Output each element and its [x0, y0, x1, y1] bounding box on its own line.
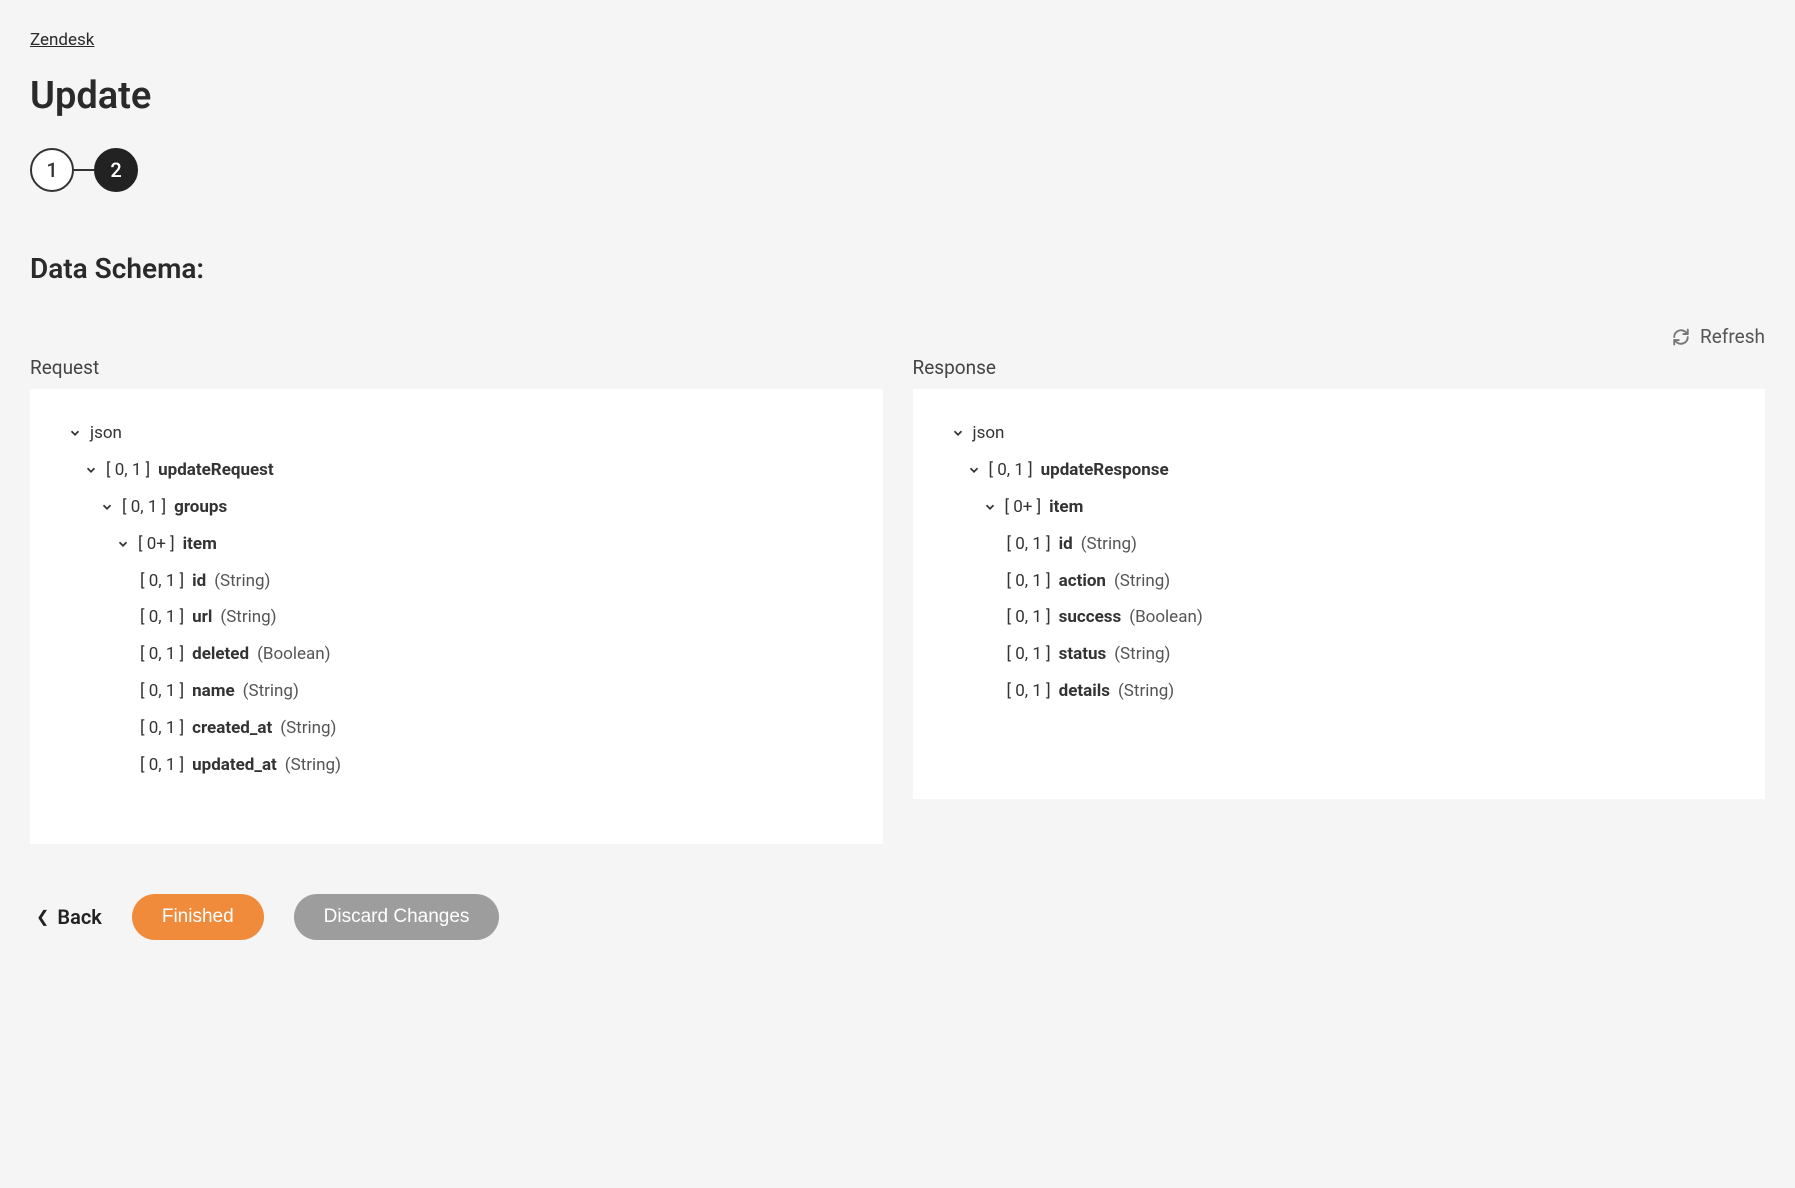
tree-node-status[interactable]: [ 0, 1 ] status (String) — [939, 636, 1740, 673]
node-name: groups — [174, 493, 227, 522]
node-name: item — [183, 530, 217, 559]
node-label: json — [90, 419, 122, 448]
tree-node-root[interactable]: json — [56, 415, 857, 452]
refresh-icon — [1672, 328, 1690, 346]
back-label: Back — [57, 905, 101, 929]
refresh-label: Refresh — [1700, 325, 1765, 348]
footer: ❮ Back Finished Discard Changes — [30, 894, 1765, 940]
node-card: [ 0, 1 ] — [140, 677, 184, 706]
response-header: Response — [913, 356, 1766, 379]
refresh-button[interactable]: Refresh — [30, 325, 1765, 348]
finished-button[interactable]: Finished — [132, 894, 264, 940]
tree-node-item[interactable]: [ 0+ ] item — [939, 489, 1740, 526]
chevron-down-icon — [100, 500, 114, 514]
node-type: (String) — [243, 677, 299, 706]
response-panel: Response json [ 0, 1 ] updateResponse [ … — [913, 356, 1766, 844]
node-card: [ 0, 1 ] — [140, 567, 184, 596]
response-body: json [ 0, 1 ] updateResponse [ 0+ ] item… — [913, 389, 1766, 799]
node-name: name — [192, 677, 235, 706]
node-card: [ 0, 1 ] — [1007, 530, 1051, 559]
node-type: (String) — [220, 603, 276, 632]
node-name: updated_at — [192, 751, 277, 780]
node-card: [ 0, 1 ] — [1007, 640, 1051, 669]
tree-node-created_at[interactable]: [ 0, 1 ] created_at (String) — [56, 710, 857, 747]
tree-node-url[interactable]: [ 0, 1 ] url (String) — [56, 599, 857, 636]
node-type: (String) — [280, 714, 336, 743]
step-indicator: 1 2 — [30, 148, 1765, 192]
chevron-down-icon — [84, 463, 98, 477]
node-card: [ 0, 1 ] — [1007, 677, 1051, 706]
tree-node-item[interactable]: [ 0+ ] item — [56, 526, 857, 563]
node-type: (String) — [1114, 567, 1170, 596]
tree-node-deleted[interactable]: [ 0, 1 ] deleted (Boolean) — [56, 636, 857, 673]
request-header: Request — [30, 356, 883, 379]
node-card: [ 0, 1 ] — [106, 456, 150, 485]
chevron-down-icon — [983, 500, 997, 514]
chevron-left-icon: ❮ — [36, 907, 49, 926]
node-name: id — [192, 567, 206, 596]
tree-node-updateRequest[interactable]: [ 0, 1 ] updateRequest — [56, 452, 857, 489]
request-body: json [ 0, 1 ] updateRequest [ 0, 1 ] gro… — [30, 389, 883, 844]
tree-node-name[interactable]: [ 0, 1 ] name (String) — [56, 673, 857, 710]
node-name: updateResponse — [1041, 456, 1169, 485]
tree-node-details[interactable]: [ 0, 1 ] details (String) — [939, 673, 1740, 710]
step-connector — [74, 169, 94, 171]
node-name: updateRequest — [158, 456, 274, 485]
node-label: json — [973, 419, 1005, 448]
node-type: (String) — [285, 751, 341, 780]
node-card: [ 0, 1 ] — [1007, 603, 1051, 632]
tree-node-updated_at[interactable]: [ 0, 1 ] updated_at (String) — [56, 747, 857, 784]
tree-node-id[interactable]: [ 0, 1 ] id (String) — [939, 526, 1740, 563]
chevron-down-icon — [967, 463, 981, 477]
node-type: (String) — [1114, 640, 1170, 669]
node-card: [ 0, 1 ] — [122, 493, 166, 522]
node-type: (Boolean) — [257, 640, 331, 669]
back-button[interactable]: ❮ Back — [36, 905, 102, 929]
node-name: created_at — [192, 714, 272, 743]
tree-node-success[interactable]: [ 0, 1 ] success (Boolean) — [939, 599, 1740, 636]
chevron-down-icon — [68, 426, 82, 440]
node-card: [ 0, 1 ] — [989, 456, 1033, 485]
tree-node-id[interactable]: [ 0, 1 ] id (String) — [56, 563, 857, 600]
node-card: [ 0, 1 ] — [1007, 567, 1051, 596]
node-card: [ 0, 1 ] — [140, 603, 184, 632]
node-card: [ 0, 1 ] — [140, 640, 184, 669]
node-card: [ 0, 1 ] — [140, 714, 184, 743]
node-name: status — [1059, 640, 1107, 669]
node-card: [ 0+ ] — [1005, 493, 1042, 522]
request-panel: Request json [ 0, 1 ] updateRequest [ 0,… — [30, 356, 883, 844]
node-name: success — [1059, 603, 1122, 632]
node-name: id — [1059, 530, 1073, 559]
node-type: (String) — [1081, 530, 1137, 559]
step-2[interactable]: 2 — [94, 148, 138, 192]
tree-node-root[interactable]: json — [939, 415, 1740, 452]
node-type: (Boolean) — [1129, 603, 1203, 632]
breadcrumb[interactable]: Zendesk — [30, 30, 94, 50]
discard-button[interactable]: Discard Changes — [294, 894, 500, 940]
node-type: (String) — [214, 567, 270, 596]
node-card: [ 0, 1 ] — [140, 751, 184, 780]
node-card: [ 0+ ] — [138, 530, 175, 559]
tree-node-groups[interactable]: [ 0, 1 ] groups — [56, 489, 857, 526]
chevron-down-icon — [951, 426, 965, 440]
node-name: details — [1059, 677, 1110, 706]
node-name: item — [1049, 493, 1083, 522]
step-1[interactable]: 1 — [30, 148, 74, 192]
node-name: deleted — [192, 640, 249, 669]
node-type: (String) — [1118, 677, 1174, 706]
section-label: Data Schema: — [30, 252, 1765, 285]
chevron-down-icon — [116, 537, 130, 551]
page-title: Update — [30, 74, 1765, 118]
node-name: action — [1059, 567, 1106, 596]
tree-node-updateResponse[interactable]: [ 0, 1 ] updateResponse — [939, 452, 1740, 489]
node-name: url — [192, 603, 212, 632]
tree-node-action[interactable]: [ 0, 1 ] action (String) — [939, 563, 1740, 600]
